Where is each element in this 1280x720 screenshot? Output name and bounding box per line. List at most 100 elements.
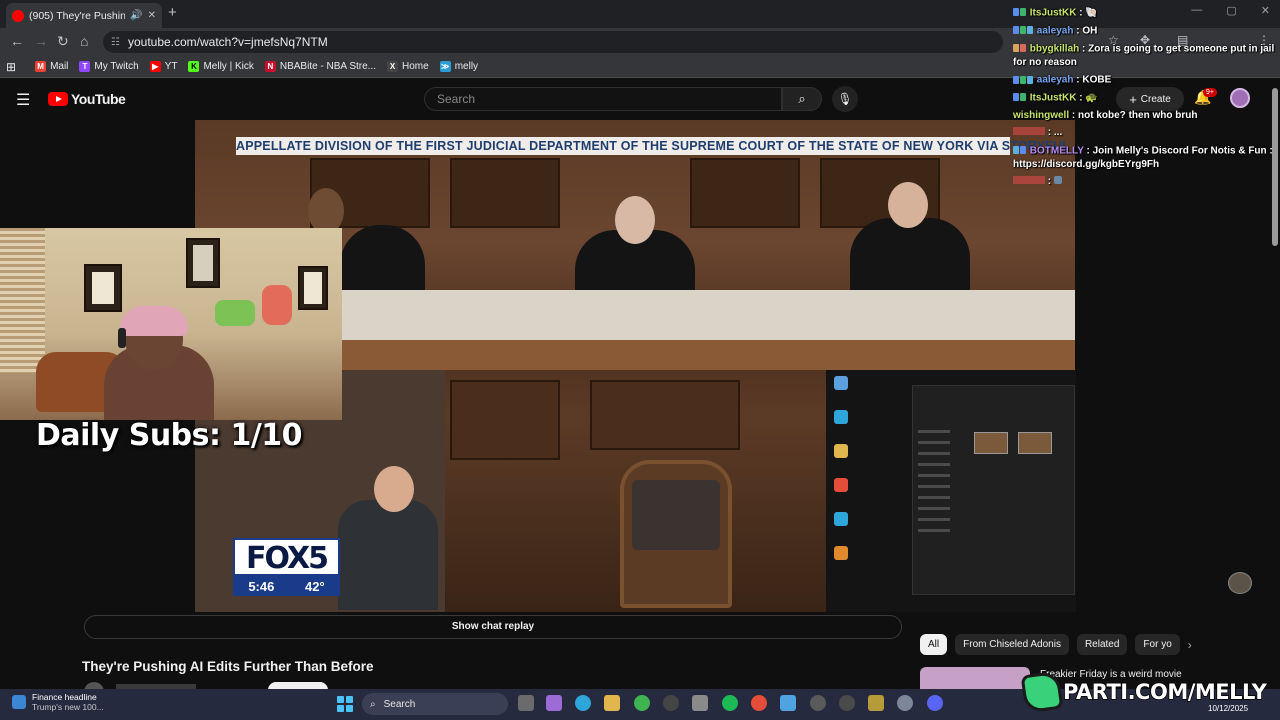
explorer-sidebar xyxy=(918,430,960,590)
microphone-icon: 🎙 xyxy=(837,92,853,106)
discord-icon[interactable] xyxy=(927,695,943,711)
xbox-icon[interactable] xyxy=(634,695,650,711)
fox5-logo-text: FOX5 xyxy=(233,538,340,576)
chip-all[interactable]: All xyxy=(920,634,948,655)
chip-for-you[interactable]: For yo xyxy=(1135,634,1180,655)
github-icon[interactable] xyxy=(663,695,679,711)
bookmark-yt[interactable]: ▶ YT xyxy=(149,61,177,72)
daily-subs-counter: Daily Subs: 1/10 xyxy=(36,418,303,453)
store-icon[interactable] xyxy=(692,695,708,711)
chat-message: : ... xyxy=(1013,126,1278,140)
url-text: youtube.com/watch?v=jmefsNq7NTM xyxy=(127,35,328,49)
start-button-icon[interactable] xyxy=(337,696,353,712)
headset-icon xyxy=(118,328,126,348)
reload-icon[interactable]: ↻ xyxy=(57,33,69,50)
file-explorer-icon[interactable] xyxy=(604,695,620,711)
recycle-bin-icon xyxy=(834,376,848,390)
search-button[interactable]: ⌕ xyxy=(782,87,822,111)
watermark-badge-icon xyxy=(1228,572,1252,594)
taskbar-search-label: Search xyxy=(383,698,416,710)
site-info-icon[interactable]: ☷ xyxy=(111,37,120,48)
parti-logo-icon xyxy=(1020,670,1064,714)
bookmark-melly[interactable]: ≫ melly xyxy=(439,61,479,72)
home-icon[interactable]: ⌂ xyxy=(80,33,88,49)
chip-related[interactable]: Related xyxy=(1076,634,1128,655)
bookmark-home[interactable]: X Home xyxy=(387,61,429,72)
news-subtitle: Trump's new 100... xyxy=(32,702,104,712)
bookmark-kick[interactable]: K Melly | Kick xyxy=(188,61,254,72)
bookmark-label: My Twitch xyxy=(94,61,139,72)
address-bar[interactable]: ☷ youtube.com/watch?v=jmefsNq7NTM xyxy=(103,31,1003,53)
youtube-logo[interactable]: YouTube xyxy=(48,91,126,107)
back-arrow-icon[interactable]: ← xyxy=(10,33,24,49)
lawyer-body xyxy=(338,500,438,610)
chat-badge-icon xyxy=(1013,6,1027,20)
chat-badge-icon xyxy=(1013,91,1027,105)
wood-panel xyxy=(590,380,740,450)
bookmark-label: melly xyxy=(454,61,479,72)
recommended-video-thumbnail[interactable] xyxy=(920,667,1030,689)
apps-grid-icon[interactable]: ⊞ xyxy=(6,60,16,74)
task-view-icon[interactable] xyxy=(518,695,534,711)
youtube-icon: ▶ xyxy=(149,61,161,72)
chip-from-channel[interactable]: From Chiseled Adonis xyxy=(955,634,1069,655)
media-player-icon[interactable] xyxy=(810,695,826,711)
fox5-time: 5:46 xyxy=(248,578,275,594)
menu-icon[interactable]: ☰ xyxy=(16,90,30,110)
bookmark-label: Mail xyxy=(50,61,69,72)
youtube-play-icon xyxy=(48,92,68,106)
speaker-icon[interactable]: 🔊 xyxy=(130,10,142,21)
chat-badge-icon xyxy=(1013,73,1034,87)
chair-seat xyxy=(632,480,720,550)
chat-username-obscured xyxy=(1013,176,1045,185)
app-icon[interactable] xyxy=(839,695,855,711)
nba-icon: N xyxy=(264,61,276,72)
wood-panel xyxy=(690,158,800,228)
chat-username: aaleyah xyxy=(1036,74,1074,86)
settings-icon[interactable] xyxy=(897,695,913,711)
app-icon[interactable] xyxy=(868,695,884,711)
wood-panel xyxy=(450,380,560,460)
chat-username-obscured xyxy=(1013,127,1045,136)
show-chat-replay-button[interactable]: Show chat replay xyxy=(84,615,902,639)
chat-text: OH xyxy=(1082,25,1098,37)
chat-username: BOTMELLY xyxy=(1029,145,1084,157)
youtube-favicon-icon xyxy=(12,9,24,22)
tab-title: (905) They're Pushing AI Ed xyxy=(29,9,126,22)
plush-toy xyxy=(215,300,255,326)
file-thumbnail xyxy=(974,432,1008,454)
bookmark-nbabite[interactable]: N NBABite - NBA Stre... xyxy=(264,61,376,72)
taskbar-news-widget[interactable]: Finance headline Trump's new 100... xyxy=(12,692,104,712)
forward-arrow-icon[interactable]: → xyxy=(34,33,48,49)
judge-right-head xyxy=(888,182,928,228)
x-icon: X xyxy=(387,61,399,72)
news-title: Finance headline xyxy=(32,692,97,702)
chat-username: ItsJustKK xyxy=(1029,92,1077,104)
search-input[interactable]: Search xyxy=(424,87,782,111)
bookmark-twitch[interactable]: T My Twitch xyxy=(79,61,139,72)
chat-message: ItsJustKK : 🐢 xyxy=(1013,91,1278,105)
voice-search-button[interactable]: 🎙 xyxy=(832,86,858,112)
bookmark-mail[interactable]: M Mail xyxy=(35,61,68,72)
chat-badge-icon xyxy=(1013,144,1027,158)
chrome-icon xyxy=(834,478,848,492)
parti-url-text: PARTI.COM/MELLY xyxy=(1062,679,1267,705)
page-scrollbar[interactable] xyxy=(1272,88,1278,246)
chat-text: 🐢 xyxy=(1085,92,1098,104)
chrome-icon[interactable] xyxy=(751,695,767,711)
search-icon: ⌕ xyxy=(370,698,376,710)
close-tab-icon[interactable]: ✕ xyxy=(148,10,156,21)
chat-message: wishingwell : not kobe? then who bruh xyxy=(1013,109,1198,121)
chevron-right-icon[interactable]: › xyxy=(1188,638,1192,652)
photos-icon[interactable] xyxy=(780,695,796,711)
chat-username: bbygkillah xyxy=(1029,43,1080,55)
new-tab-button[interactable]: + xyxy=(168,4,177,21)
fox5-logo: FOX5 5:46 42° xyxy=(233,538,340,598)
taskbar-search[interactable]: ⌕ Search xyxy=(362,693,508,715)
browser-tab-youtube[interactable]: (905) They're Pushing AI Ed 🔊 ✕ xyxy=(6,3,162,28)
streamer-bonnet xyxy=(120,306,188,336)
chat-message: aaleyah : OH xyxy=(1013,24,1278,38)
copilot-icon[interactable] xyxy=(546,695,562,711)
edge-icon[interactable] xyxy=(575,695,591,711)
spotify-icon[interactable] xyxy=(722,695,738,711)
